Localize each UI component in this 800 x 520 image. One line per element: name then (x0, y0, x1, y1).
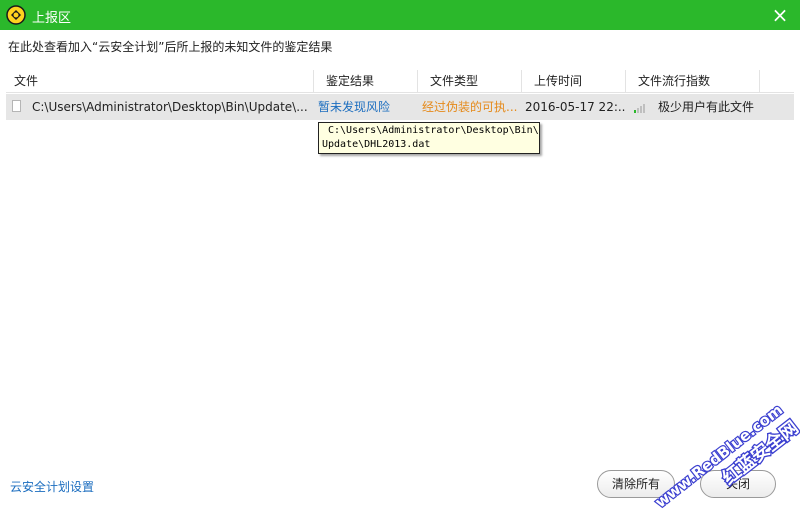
watermark-graphic: www.RedBlue.com 红蓝安全网 (650, 399, 800, 512)
signal-bar (634, 110, 636, 113)
result-cell: 暂未发现风险 (318, 100, 391, 114)
window-title: 上报区 (32, 11, 72, 26)
app-logo-icon (6, 5, 26, 25)
popularity-cell: 极少用户有此文件 (626, 94, 794, 120)
signal-bar (637, 108, 639, 113)
title-bar: 上报区 × (0, 0, 800, 30)
column-header-result[interactable]: 鉴定结果 (314, 70, 418, 92)
file-path: C:\Users\Administrator\Desktop\Bin\Updat… (32, 100, 308, 114)
file-cell: C:\Users\Administrator\Desktop\Bin\Updat… (6, 94, 314, 120)
description-text: 在此处查看加入“云安全计划”后所上报的未知文件的鉴定结果 (8, 40, 333, 54)
close-icon[interactable]: × (768, 3, 792, 27)
column-header-file[interactable]: 文件 (6, 70, 314, 92)
cloud-security-settings-link[interactable]: 云安全计划设置 (10, 478, 94, 495)
table-row[interactable]: C:\Users\Administrator\Desktop\Bin\Updat… (6, 94, 794, 120)
report-table: 文件 鉴定结果 文件类型 上传时间 文件流行指数 C:\Users\Admini… (6, 70, 794, 120)
table-header: 文件 鉴定结果 文件类型 上传时间 文件流行指数 (6, 70, 794, 93)
tooltip-line-2: Update\DHL2013.dat (322, 139, 431, 150)
file-path-tooltip: C:\Users\Administrator\Desktop\Bin\ Upda… (318, 122, 540, 154)
file-icon (12, 100, 21, 112)
column-header-upload-time[interactable]: 上传时间 (522, 70, 626, 92)
popularity-text: 极少用户有此文件 (658, 100, 755, 114)
column-header-popularity[interactable]: 文件流行指数 (626, 70, 760, 92)
upload-time-cell: 2016-05-17 22:... (525, 100, 626, 114)
column-header-type[interactable]: 文件类型 (418, 70, 522, 92)
signal-bar (640, 106, 642, 113)
signal-bar (643, 104, 645, 113)
tooltip-line-1: C:\Users\Administrator\Desktop\Bin\ (328, 125, 539, 136)
watermark: www.RedBlue.com 红蓝安全网 (640, 370, 800, 520)
file-type-cell: 经过伪装的可执... (422, 100, 518, 114)
